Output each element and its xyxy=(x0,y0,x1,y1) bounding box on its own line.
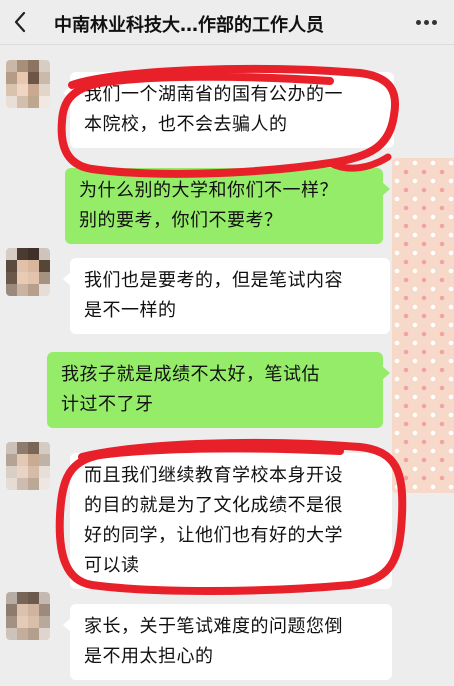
message-line: 是不用太担心的 xyxy=(84,646,214,667)
contact-avatar[interactable] xyxy=(6,248,50,296)
message-bubble-outgoing[interactable]: 为什么别的大学和你们不一样？ 别的要考，你们不要考？ xyxy=(65,168,390,244)
message-line: 为什么别的大学和你们不一样？ xyxy=(79,180,338,201)
contact-avatar[interactable] xyxy=(6,60,50,108)
message-line: 我们也是要考的，但是笔试内容 xyxy=(84,270,343,291)
message-line: 可以读 xyxy=(84,555,140,576)
message-bubble-incoming[interactable]: 我们也是要考的，但是笔试内容 是不一样的 xyxy=(63,258,390,334)
contact-avatar[interactable] xyxy=(6,442,50,490)
chevron-left-icon xyxy=(14,11,26,33)
message-bubble-incoming[interactable]: 而且我们继续教育学校本身开设 的目的就是为了文化成绩不是很 好的同学，让他们也有… xyxy=(63,453,392,589)
message-line: 我们一个湖南省的国有公办的一 xyxy=(84,84,343,105)
message-bubble-outgoing[interactable]: 我孩子就是成绩不太好，笔试估 计过不了牙 xyxy=(47,352,390,428)
more-button[interactable] xyxy=(414,12,440,32)
message-bubble-incoming[interactable]: 家长，关于笔试难度的问题您倒 是不用太担心的 xyxy=(63,604,392,680)
message-list[interactable]: 我们一个湖南省的国有公办的一 本院校，也不会去骗人的 为什么别的大学和你们不一样… xyxy=(0,45,454,686)
message-line: 家长，关于笔试难度的问题您倒 xyxy=(84,616,343,637)
message-line: 而且我们继续教育学校本身开设 xyxy=(84,465,343,486)
back-button[interactable] xyxy=(0,0,40,44)
message-line: 好的同学，让他们也有好的大学 xyxy=(84,525,343,546)
more-dots-icon xyxy=(416,20,421,25)
chat-title: 中南林业科技大…作部的工作人员 xyxy=(54,15,324,36)
message-line: 计过不了牙 xyxy=(61,394,154,415)
chat-header: 中南林业科技大…作部的工作人员 xyxy=(0,0,454,45)
message-line: 本院校，也不会去骗人的 xyxy=(84,114,288,135)
self-avatar[interactable] xyxy=(392,158,454,493)
contact-avatar[interactable] xyxy=(6,592,50,640)
message-line: 我孩子就是成绩不太好，笔试估 xyxy=(61,364,320,385)
message-line: 是不一样的 xyxy=(84,300,177,321)
message-bubble-incoming[interactable]: 我们一个湖南省的国有公办的一 本院校，也不会去骗人的 xyxy=(63,72,394,148)
message-line: 的目的就是为了文化成绩不是很 xyxy=(84,495,343,516)
message-line: 别的要考，你们不要考？ xyxy=(79,210,283,231)
